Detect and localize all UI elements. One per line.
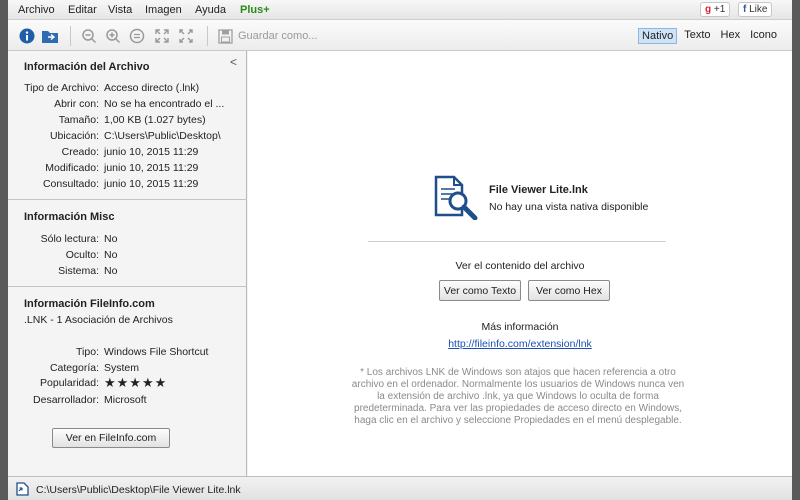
collapse-sidebar-button[interactable]: < (230, 55, 237, 69)
popularity-stars: ★★★★★ (104, 375, 168, 390)
file-name: File Viewer Lite.lnk (489, 184, 588, 196)
fileinfo-row: Popularidad: ★★★★★ (8, 375, 247, 391)
content-divider (368, 241, 666, 242)
actual-size-icon[interactable] (128, 27, 146, 45)
file-icon (16, 482, 29, 499)
row-value: No se ha encontrado el ... (104, 98, 225, 110)
row-key: Tipo: (76, 346, 99, 358)
menu-vista[interactable]: Vista (108, 4, 132, 16)
file-search-icon (434, 175, 478, 220)
row-value: No (104, 249, 118, 261)
view-tab-texto[interactable]: Texto (681, 28, 713, 44)
app-window: Archivo Editar Vista Imagen Ayuda Plus+ … (8, 0, 792, 500)
section-divider (8, 286, 247, 287)
view-switcher: Nativo Texto Hex Icono (638, 28, 780, 44)
facebook-like-label: Like (749, 4, 768, 15)
preview-pane: File Viewer Lite.lnk No hay una vista na… (248, 51, 792, 476)
view-tab-hex[interactable]: Hex (718, 28, 744, 44)
more-info-label: Más información (481, 321, 559, 333)
menu-imagen[interactable]: Imagen (145, 4, 182, 16)
more-info-link[interactable]: http://fileinfo.com/extension/lnk (448, 338, 592, 350)
row-key: Sólo lectura: (40, 233, 99, 245)
no-preview-message: No hay una vista nativa disponible (489, 201, 649, 213)
misc-info-row: Sistema: No (8, 265, 247, 279)
fileinfo-subtitle: .LNK - 1 Asociación de Archivos (24, 314, 173, 326)
row-value: Microsoft (104, 394, 147, 406)
more-info-link-wrap: http://fileinfo.com/extension/lnk (248, 338, 792, 350)
row-value: No (104, 233, 118, 245)
row-key: Consultado: (42, 178, 99, 190)
gplus-button[interactable]: g +1 (700, 2, 731, 17)
fileinfo-row: Categoría: System (8, 362, 247, 376)
facebook-icon: f (743, 4, 747, 15)
open-folder-icon[interactable] (41, 27, 59, 45)
row-key: Tipo de Archivo: (24, 82, 99, 94)
section-divider (8, 199, 247, 200)
save-icon (218, 28, 233, 44)
row-value: Acceso directo (.lnk) (104, 82, 200, 94)
menu-editar[interactable]: Editar (68, 4, 97, 16)
view-tab-nativo[interactable]: Nativo (638, 28, 678, 44)
toolbar-separator (70, 26, 71, 46)
lnk-description-note: * Los archivos LNK de Windows son atajos… (351, 367, 685, 426)
menubar: Archivo Editar Vista Imagen Ayuda Plus+ … (8, 0, 792, 20)
status-bar: C:\Users\Public\Desktop\File Viewer Lite… (8, 476, 792, 500)
row-key: Abrir con: (54, 98, 99, 110)
view-tab-icono[interactable]: Icono (747, 28, 780, 44)
misc-info-title: Información Misc (24, 211, 115, 223)
zoom-out-icon[interactable] (80, 27, 98, 45)
row-value: junio 10, 2015 11:29 (104, 162, 199, 174)
row-value: System (104, 362, 140, 374)
toolbar: Guardar como... Nativo Texto Hex Icono (8, 20, 792, 51)
file-info-row: Creado: junio 10, 2015 11:29 (8, 146, 247, 160)
file-info-title: Información del Archivo (24, 61, 150, 73)
fit-window-icon[interactable] (153, 27, 171, 45)
misc-info-row: Oculto: No (8, 249, 247, 263)
menu-ayuda[interactable]: Ayuda (195, 4, 226, 16)
row-key: Creado: (61, 146, 99, 158)
row-key: Desarrollador: (33, 394, 99, 406)
row-value: 1,00 KB (1.027 bytes) (104, 114, 206, 126)
info-sidebar: < Información del Archivo Tipo de Archiv… (8, 51, 247, 476)
toolbar-separator (207, 26, 208, 46)
row-key: Sistema: (58, 265, 99, 277)
view-as-text-button[interactable]: Ver como Texto (439, 280, 521, 301)
row-key: Modificado: (45, 162, 99, 174)
fullscreen-icon[interactable] (177, 27, 195, 45)
status-file-path: C:\Users\Public\Desktop\File Viewer Lite… (36, 484, 241, 496)
view-on-fileinfo-button[interactable]: Ver en FileInfo.com (52, 428, 170, 448)
menu-plus[interactable]: Plus+ (240, 4, 270, 16)
file-info-row: Tipo de Archivo: Acceso directo (.lnk) (8, 82, 247, 96)
row-value: junio 10, 2015 11:29 (104, 146, 199, 158)
facebook-like-button[interactable]: f Like (738, 2, 773, 17)
row-value: No (104, 265, 118, 277)
gplus-count: +1 (713, 4, 726, 15)
save-as-button[interactable]: Guardar como... (218, 27, 317, 45)
row-key: Tamaño: (58, 114, 99, 126)
fileinfo-title: Información FileInfo.com (24, 298, 155, 310)
file-info-row: Abrir con: No se ha encontrado el ... (8, 98, 247, 112)
file-info-row: Modificado: junio 10, 2015 11:29 (8, 162, 247, 176)
zoom-in-icon[interactable] (104, 27, 122, 45)
misc-info-row: Sólo lectura: No (8, 233, 247, 247)
file-info-row: Consultado: junio 10, 2015 11:29 (8, 178, 247, 192)
row-value: junio 10, 2015 11:29 (104, 178, 199, 190)
view-as-hex-button[interactable]: Ver como Hex (528, 280, 610, 301)
row-key: Popularidad: (40, 377, 99, 389)
fileinfo-row: Tipo: Windows File Shortcut (8, 346, 247, 360)
file-info-row: Tamaño: 1,00 KB (1.027 bytes) (8, 114, 247, 128)
row-key: Oculto: (65, 249, 99, 261)
info-icon[interactable] (18, 27, 36, 45)
row-value: C:\Users\Public\Desktop\ (104, 130, 221, 142)
row-key: Categoría: (49, 362, 99, 374)
row-value: Windows File Shortcut (104, 346, 209, 358)
menu-archivo[interactable]: Archivo (18, 4, 55, 16)
fileinfo-row: Desarrollador: Microsoft (8, 394, 247, 408)
file-info-row: Ubicación: C:\Users\Public\Desktop\ (8, 130, 247, 144)
row-key: Ubicación: (49, 130, 99, 142)
view-content-label: Ver el contenido del archivo (455, 260, 585, 272)
gplus-icon: g (705, 4, 712, 15)
no-preview-banner: File Viewer Lite.lnk No hay una vista na… (430, 175, 770, 220)
save-as-label: Guardar como... (238, 30, 318, 42)
